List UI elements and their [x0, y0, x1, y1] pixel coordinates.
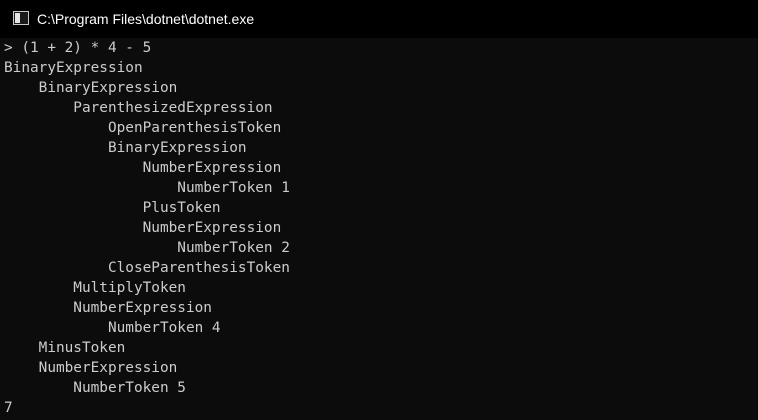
output-line: ParenthesizedExpression — [4, 100, 273, 116]
console-window: C:\Program Files\dotnet\dotnet.exe > (1 … — [0, 0, 758, 420]
output-line: MultiplyToken — [4, 280, 186, 296]
console-app-icon[interactable] — [13, 11, 29, 25]
output-line: NumberExpression — [4, 360, 178, 376]
output-line: NumberExpression — [4, 300, 212, 316]
output-line: NumberToken 4 — [4, 320, 221, 336]
output-line: NumberToken 2 — [4, 240, 290, 256]
output-line: MinusToken — [4, 340, 126, 356]
output-line: NumberToken 5 — [4, 380, 186, 396]
console-output[interactable]: > (1 + 2) * 4 - 5 BinaryExpression Binar… — [0, 38, 758, 420]
output-line: CloseParenthesisToken — [4, 260, 290, 276]
prompt-line: > (1 + 2) * 4 - 5 — [4, 40, 152, 56]
output-line: BinaryExpression — [4, 140, 247, 156]
output-line: BinaryExpression — [4, 80, 178, 96]
window-title: C:\Program Files\dotnet\dotnet.exe — [37, 11, 255, 27]
output-line: BinaryExpression — [4, 60, 143, 76]
output-line: PlusToken — [4, 200, 221, 216]
output-line: NumberExpression — [4, 160, 282, 176]
result-line: 7 — [4, 400, 13, 416]
output-line: NumberToken 1 — [4, 180, 290, 196]
output-line: NumberExpression — [4, 220, 282, 236]
title-bar[interactable]: C:\Program Files\dotnet\dotnet.exe — [0, 0, 758, 38]
output-line: OpenParenthesisToken — [4, 120, 282, 136]
